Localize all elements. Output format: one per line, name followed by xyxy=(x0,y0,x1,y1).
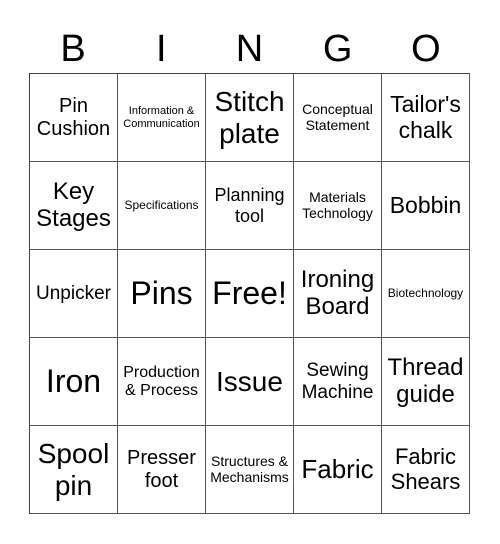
bingo-cell[interactable]: Thread guide xyxy=(382,338,470,426)
cell-text: Structures & Mechanisms xyxy=(210,452,289,485)
bingo-cell[interactable]: Iron xyxy=(30,338,118,426)
cell-text: Biotechnology xyxy=(387,285,464,300)
header-letter-n: N xyxy=(235,28,264,70)
free-space-cell[interactable]: Free! xyxy=(206,250,294,338)
bingo-cell[interactable]: Pin Cushion xyxy=(30,74,118,162)
cell-text: Materials Technology xyxy=(302,188,373,221)
bingo-cell[interactable]: Specifications xyxy=(118,162,206,250)
cell-text: Production & Process xyxy=(123,363,200,399)
bingo-grid: Pin Cushion Information & Communication … xyxy=(29,73,470,514)
bingo-cell[interactable]: Ironing Board xyxy=(294,250,382,338)
bingo-cell[interactable]: Unpicker xyxy=(30,250,118,338)
cell-text: Issue xyxy=(216,365,283,397)
header-letter-b: B xyxy=(60,28,86,70)
cell-text: Unpicker xyxy=(36,282,111,304)
bingo-cell[interactable]: Pins xyxy=(118,250,206,338)
bingo-cell[interactable]: Fabric xyxy=(294,426,382,514)
cell-text: Specifications xyxy=(124,197,199,212)
bingo-cell[interactable]: Planning tool xyxy=(206,162,294,250)
cell-text: Fabric Shears xyxy=(390,443,461,494)
bingo-cell[interactable]: Sewing Machine xyxy=(294,338,382,426)
cell-text: Thread guide xyxy=(387,353,464,408)
bingo-cell[interactable]: Production & Process xyxy=(118,338,206,426)
bingo-cell[interactable]: Presser foot xyxy=(118,426,206,514)
cell-text: Presser foot xyxy=(127,447,196,492)
cell-text: Fabric xyxy=(301,453,374,484)
cell-text: Information & Communication xyxy=(123,105,200,130)
bingo-cell[interactable]: Bobbin xyxy=(382,162,470,250)
cell-text: Free! xyxy=(212,274,287,311)
cell-text: Bobbin xyxy=(389,191,462,218)
cell-text: Stitch plate xyxy=(214,86,285,149)
cell-text: Planning tool xyxy=(214,185,285,226)
cell-text: Pin Cushion xyxy=(36,95,111,140)
bingo-cell[interactable]: Conceptual Statement xyxy=(294,74,382,162)
cell-text: Pins xyxy=(130,274,193,311)
cell-text: Ironing Board xyxy=(300,265,375,320)
header-letter-i: I xyxy=(156,28,167,70)
bingo-cell[interactable]: Fabric Shears xyxy=(382,426,470,514)
bingo-cell[interactable]: Issue xyxy=(206,338,294,426)
cell-text: Tailor's chalk xyxy=(390,90,461,143)
cell-text: Iron xyxy=(45,362,102,399)
bingo-cell[interactable]: Spool pin xyxy=(30,426,118,514)
bingo-cell[interactable]: Structures & Mechanisms xyxy=(206,426,294,514)
cell-text: Conceptual Statement xyxy=(302,100,373,133)
bingo-cell[interactable]: Information & Communication xyxy=(118,74,206,162)
bingo-header: B I N G O xyxy=(29,24,470,74)
header-letter-g: G xyxy=(322,28,353,70)
bingo-cell[interactable]: Key Stages xyxy=(30,162,118,250)
cell-text: Spool pin xyxy=(37,438,110,501)
bingo-cell[interactable]: Biotechnology xyxy=(382,250,470,338)
cell-text: Sewing Machine xyxy=(301,360,374,403)
bingo-cell[interactable]: Tailor's chalk xyxy=(382,74,470,162)
bingo-cell[interactable]: Materials Technology xyxy=(294,162,382,250)
header-letter-o: O xyxy=(411,28,441,70)
bingo-cell[interactable]: Stitch plate xyxy=(206,74,294,162)
cell-text: Key Stages xyxy=(36,177,111,232)
